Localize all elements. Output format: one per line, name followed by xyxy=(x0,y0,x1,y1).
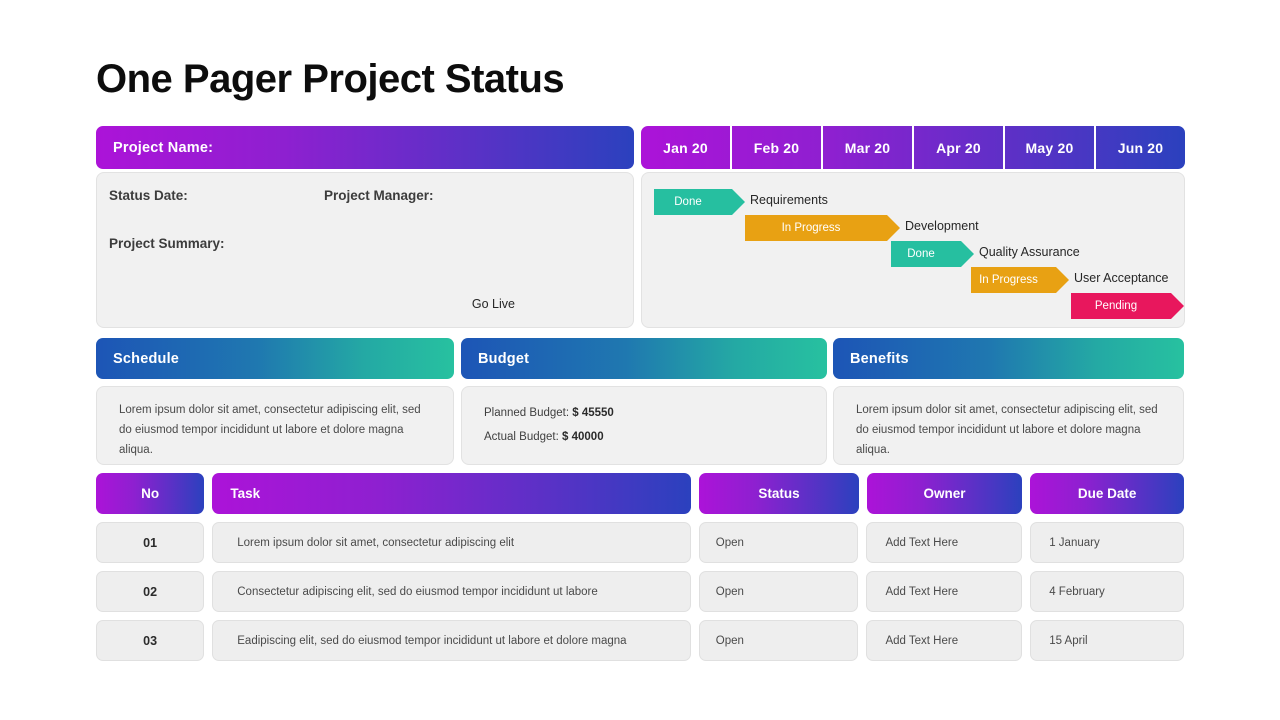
table-cell-due-date[interactable]: 1 January xyxy=(1030,522,1184,563)
actual-budget-value: $ 40000 xyxy=(562,431,604,444)
project-name-label: Project Name: xyxy=(113,139,214,156)
timeline-month-5[interactable]: May 20 xyxy=(1005,126,1096,169)
table-cell-due-date[interactable]: 4 February xyxy=(1030,571,1184,612)
project-name-bar[interactable]: Project Name: xyxy=(96,126,634,169)
table-cell-status[interactable]: Open xyxy=(698,620,859,661)
timeline-month-3[interactable]: Mar 20 xyxy=(823,126,914,169)
gantt-status-label-5: Pending xyxy=(1094,300,1138,312)
gantt-status-arrow-1[interactable]: Done xyxy=(654,189,745,215)
table-cell-task[interactable]: Lorem ipsum dolor sit amet, consectetur … xyxy=(212,522,691,563)
gantt-status-label-1: Done xyxy=(674,196,702,208)
planned-budget-value: $ 45550 xyxy=(572,407,614,419)
section-title-benefits: Benefits xyxy=(850,350,909,367)
section-body-budget: Planned Budget: $ 45550 Actual Budget: $… xyxy=(461,386,827,465)
project-manager-label: Project Manager: xyxy=(324,188,434,203)
table-header-row: No Task Status Owner Due Date xyxy=(96,473,1184,514)
table-cell-task[interactable]: Consectetur adipiscing elit, sed do eius… xyxy=(212,571,691,612)
timeline-month-2[interactable]: Feb 20 xyxy=(732,126,823,169)
timeline-month-6[interactable]: Jun 20 xyxy=(1096,126,1185,169)
gantt-phase-label-2: Development xyxy=(905,219,979,233)
table-cell-owner[interactable]: Add Text Here xyxy=(866,571,1023,612)
table-cell-due-date[interactable]: 15 April xyxy=(1030,620,1184,661)
gantt-status-label-3: Done xyxy=(907,248,935,260)
table-cell-status[interactable]: Open xyxy=(698,571,859,612)
table-cell-no[interactable]: 01 xyxy=(96,522,205,563)
task-table: No Task Status Owner Due Date 01 Lorem ipsum … xyxy=(96,473,1184,669)
gantt-status-label-2: In Progress xyxy=(781,222,841,234)
planned-budget-row: Planned Budget: $ 45550 xyxy=(484,401,808,425)
gantt-status-label-4: In Progress xyxy=(979,274,1038,286)
page-title: One Pager Project Status xyxy=(96,57,565,101)
table-cell-no[interactable]: 02 xyxy=(96,571,205,612)
gantt-phase-label-1: Requirements xyxy=(750,193,828,207)
section-body-schedule: Lorem ipsum dolor sit amet, consectetur … xyxy=(96,386,454,465)
gantt-phase-label-5: Go Live xyxy=(471,297,515,311)
actual-budget-label: Actual Budget: xyxy=(484,431,559,444)
actual-budget-row: Actual Budget: $ 40000 xyxy=(484,425,808,449)
section-header-schedule[interactable]: Schedule xyxy=(96,338,454,379)
gantt-phase-label-4: User Acceptance xyxy=(1074,271,1169,285)
gantt-chart-panel: Done Requirements In Progress Development Do… xyxy=(472,172,1185,328)
table-header-task[interactable]: Task xyxy=(212,473,692,514)
table-cell-owner[interactable]: Add Text Here xyxy=(866,620,1023,661)
section-title-schedule: Schedule xyxy=(113,350,180,367)
benefits-text: Lorem ipsum dolor sit amet, consectetur … xyxy=(856,404,1158,456)
section-title-budget: Budget xyxy=(478,350,530,367)
project-summary-label: Project Summary: xyxy=(109,236,225,251)
table-cell-no[interactable]: 03 xyxy=(96,620,205,661)
table-cell-owner[interactable]: Add Text Here xyxy=(866,522,1023,563)
table-row[interactable]: 01 Lorem ipsum dolor sit amet, consectetu… xyxy=(96,522,1184,563)
section-header-budget[interactable]: Budget xyxy=(461,338,827,379)
table-cell-status[interactable]: Open xyxy=(698,522,859,563)
gantt-status-arrow-2[interactable]: In Progress xyxy=(745,215,900,241)
timeline-month-1[interactable]: Jan 20 xyxy=(641,126,732,169)
planned-budget-label: Planned Budget: xyxy=(484,407,570,419)
table-header-due-date[interactable]: Due Date xyxy=(1030,473,1184,514)
table-row[interactable]: 02 Consectetur adipiscing elit, sed do ei… xyxy=(96,571,1184,612)
table-header-owner[interactable]: Owner xyxy=(866,473,1023,514)
section-header-benefits[interactable]: Benefits xyxy=(833,338,1184,379)
timeline-month-4[interactable]: Apr 20 xyxy=(914,126,1005,169)
schedule-text: Lorem ipsum dolor sit amet, consectetur … xyxy=(119,404,421,456)
table-header-no[interactable]: No xyxy=(96,473,205,514)
table-body: 01 Lorem ipsum dolor sit amet, consectetu… xyxy=(96,522,1184,661)
table-header-status[interactable]: Status xyxy=(699,473,859,514)
gantt-phase-label-3: Quality Assurance xyxy=(979,245,1080,259)
table-cell-task[interactable]: Eadipiscing elit, sed do eiusmod tempor … xyxy=(212,620,691,661)
gantt-status-arrow-3[interactable]: Done xyxy=(891,241,974,267)
slide-root: One Pager Project Status Project Name: J… xyxy=(0,0,1280,720)
gantt-status-arrow-5[interactable]: Pending xyxy=(1071,293,1184,319)
timeline-month-bar: Jan 20 Feb 20 Mar 20 Apr 20 May 20 Jun 20 xyxy=(641,126,1185,169)
section-body-benefits: Lorem ipsum dolor sit amet, consectetur … xyxy=(833,386,1184,465)
status-date-label: Status Date: xyxy=(109,188,188,203)
gantt-status-arrow-4[interactable]: In Progress xyxy=(971,267,1069,293)
table-row[interactable]: 03 Eadipiscing elit, sed do eiusmod tempo… xyxy=(96,620,1184,661)
project-info-panel: Status Date: Project Manager: Project Su… xyxy=(96,172,634,328)
